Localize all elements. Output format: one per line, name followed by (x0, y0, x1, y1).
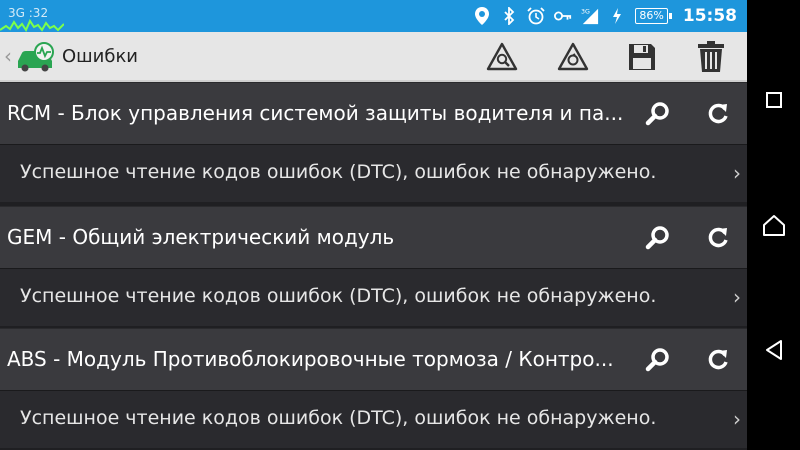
back-triangle-icon (766, 340, 782, 360)
module-row[interactable]: RCM - Блок управления системой защиты во… (0, 82, 747, 144)
charging-icon (608, 7, 626, 25)
status-right: 3G 86% 15:58 (473, 0, 737, 32)
read-dtc-button[interactable] (485, 40, 519, 74)
refresh-button[interactable] (700, 97, 736, 131)
status-bar: 3G :32 3G 86% 15:58 (0, 0, 747, 32)
search-button[interactable] (640, 97, 676, 131)
module-status-text: Успешное чтение кодов ошибок (DTC), ошиб… (20, 161, 657, 183)
module-status-row[interactable]: Успешное чтение кодов ошибок (DTC), ошиб… (0, 390, 747, 448)
clock: 15:58 (682, 6, 737, 26)
chevron-right-icon: › (733, 407, 741, 431)
network-type-label: 3G (581, 8, 590, 15)
search-icon (645, 348, 669, 372)
module-name: RCM - Блок управления системой защиты во… (7, 101, 624, 125)
module-status-row[interactable]: Успешное чтение кодов ошибок (DTC), ошиб… (0, 144, 747, 202)
home-icon (763, 215, 785, 236)
module-name: GEM - Общий электрический модуль (7, 225, 395, 249)
search-icon (645, 102, 669, 126)
back-chevron-icon[interactable]: ‹ (4, 44, 12, 68)
refresh-icon (708, 103, 728, 124)
module-name: ABS - Модуль Противоблокировочные тормоз… (7, 347, 614, 371)
refresh-button[interactable] (700, 343, 736, 377)
clear-dtc-icon (557, 42, 589, 71)
location-icon (473, 7, 491, 25)
page-title: Ошибки (62, 46, 139, 67)
signal-icon: 3G (581, 7, 599, 25)
refresh-icon (708, 227, 728, 248)
read-dtc-icon (486, 42, 518, 71)
module-status-text: Успешное чтение кодов ошибок (DTC), ошиб… (20, 285, 657, 307)
module-status-text: Успешное чтение кодов ошибок (DTC), ошиб… (20, 407, 657, 429)
module-row[interactable]: ABS - Модуль Противоблокировочные тормоз… (0, 328, 747, 390)
delete-icon (698, 41, 724, 72)
recent-apps-button[interactable] (759, 85, 789, 115)
action-bar: ‹ Ошибки (0, 32, 747, 82)
module-list: RCM - Блок управления системой защиты во… (0, 82, 747, 450)
refresh-icon (708, 349, 728, 370)
save-button[interactable] (625, 40, 659, 74)
key-icon (554, 7, 572, 25)
module-row[interactable]: GEM - Общий электрический модуль (0, 206, 747, 268)
module-status-row[interactable]: Успешное чтение кодов ошибок (DTC), ошиб… (0, 268, 747, 326)
delete-button[interactable] (694, 40, 728, 74)
alarm-icon (527, 7, 546, 25)
chevron-right-icon: › (733, 161, 741, 185)
app-logo-icon[interactable] (14, 41, 58, 73)
battery-indicator: 86% (635, 8, 673, 24)
home-button[interactable] (759, 210, 789, 240)
navigation-bar (747, 0, 800, 450)
back-button[interactable] (759, 335, 789, 365)
chevron-right-icon: › (733, 285, 741, 309)
clear-dtc-button[interactable] (556, 40, 590, 74)
save-icon (629, 44, 655, 70)
search-icon (645, 226, 669, 250)
activity-graph-icon (0, 18, 64, 32)
search-button[interactable] (640, 221, 676, 255)
refresh-button[interactable] (700, 221, 736, 255)
square-icon (766, 92, 782, 108)
bluetooth-icon (500, 7, 518, 25)
search-button[interactable] (640, 343, 676, 377)
